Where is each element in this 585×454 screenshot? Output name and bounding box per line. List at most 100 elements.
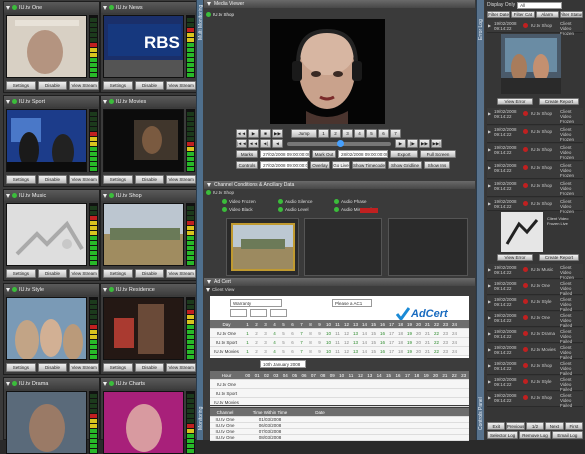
small-field-c[interactable]: [270, 309, 287, 317]
schedule-cell[interactable]: 11: [333, 349, 342, 354]
disable-button[interactable]: Disable: [37, 269, 68, 278]
schedule-cell[interactable]: 15: [369, 349, 378, 354]
schedule-cell[interactable]: 7: [297, 349, 306, 354]
settings-button[interactable]: Settings: [6, 81, 36, 90]
condition-check[interactable]: Audio Silence: [278, 199, 313, 204]
expand-icon[interactable]: ▶: [488, 267, 491, 272]
schedule-cell[interactable]: 17: [387, 349, 396, 354]
channel-tile[interactable]: IU.tv Sport Settings Disable View Stream: [3, 95, 100, 187]
start-time-field[interactable]: 27/02/2008 09:00:00:00: [260, 150, 310, 158]
log-item[interactable]: ▶ 19/02/2008 09:14:22 IU.tv Drama Client Vid…: [487, 328, 583, 344]
media-viewer-header[interactable]: Media Viewer: [204, 0, 475, 8]
ancillary-slot-2[interactable]: [304, 218, 382, 276]
spot-row[interactable]: IU.tv One 08/03/2008: [210, 435, 469, 441]
full-screen-button[interactable]: Full Screen: [420, 150, 456, 158]
schedule-cell[interactable]: 24: [450, 340, 459, 345]
schedule-cell[interactable]: 4: [270, 349, 279, 354]
disable-button[interactable]: Disable: [37, 175, 68, 184]
schedule-cell[interactable]: 10: [324, 331, 333, 336]
schedule-cell[interactable]: 8: [306, 349, 315, 354]
collapse-icon[interactable]: [207, 183, 211, 187]
schedule-cell[interactable]: 18: [396, 349, 405, 354]
schedule-cell[interactable]: 21: [423, 331, 432, 336]
channel-tile[interactable]: IU.tv Shop Settings Disable View Stream: [100, 189, 197, 281]
filter-tab[interactable]: Alarm: [535, 11, 559, 18]
collapse-icon[interactable]: [207, 2, 211, 6]
jump-5-button[interactable]: 5: [366, 129, 377, 138]
schedule-cell[interactable]: 5: [279, 340, 288, 345]
expand-icon[interactable]: ▶: [488, 315, 491, 320]
channel-tile[interactable]: IU.tv Residence Settings Disable View Strea…: [100, 283, 197, 375]
schedule-cell[interactable]: 12: [342, 331, 351, 336]
schedule-cell[interactable]: 11: [333, 331, 342, 336]
overlay-button[interactable]: Overlay: [310, 161, 330, 169]
step-button[interactable]: ◄|: [260, 139, 271, 148]
log-footer-button[interactable]: Previous: [506, 422, 525, 430]
view-stream-button[interactable]: View Stream: [69, 269, 100, 278]
log-footer-button[interactable]: Next: [545, 422, 564, 430]
log-footer-button[interactable]: First: [564, 422, 584, 430]
collapse-icon[interactable]: [6, 5, 10, 10]
schedule-cell[interactable]: 22: [432, 349, 441, 354]
create-report-button[interactable]: Create Report: [539, 254, 579, 261]
schedule-cell[interactable]: 23: [441, 349, 450, 354]
jump-button[interactable]: Jump: [291, 129, 317, 138]
tile-thumbnail[interactable]: RBS: [103, 15, 184, 78]
jump-6-button[interactable]: 6: [378, 129, 389, 138]
warranty-field[interactable]: Warranty: [230, 299, 282, 307]
jump-3-button[interactable]: 3: [342, 129, 353, 138]
schedule-cell[interactable]: 12: [342, 340, 351, 345]
disable-button[interactable]: Disable: [134, 363, 165, 372]
log-item[interactable]: ▶ 19/02/2008 09:14:22 IU.tv One Client Video…: [487, 312, 583, 328]
schedule-cell[interactable]: 5: [279, 331, 288, 336]
schedule-cell[interactable]: 1: [243, 331, 252, 336]
stop-button[interactable]: ■: [260, 129, 271, 138]
collapse-icon[interactable]: [6, 99, 10, 104]
filter-tab[interactable]: Filter Date: [487, 11, 511, 18]
schedule-cell[interactable]: 6: [288, 331, 297, 336]
tile-thumbnail[interactable]: [6, 297, 87, 360]
tile-thumbnail[interactable]: [103, 297, 184, 360]
schedule-cell[interactable]: 8: [306, 340, 315, 345]
tile-thumbnail[interactable]: [6, 203, 87, 266]
schedule-cell[interactable]: 9: [315, 331, 324, 336]
schedule-cell[interactable]: 3: [261, 331, 270, 336]
log-item[interactable]: ▶ 19/02/2008 09:14:22 IU.tv Movies Client Vi…: [487, 344, 583, 360]
schedule-cell[interactable]: 14: [360, 340, 369, 345]
schedule-cell[interactable]: 23: [441, 331, 450, 336]
log-item[interactable]: ▶ 19/02/2008 09:14:22 IU.tv Shop Client Vide…: [487, 180, 583, 197]
channel-tile[interactable]: IU.tv One Settings Disable View Stream: [3, 1, 100, 93]
slider-thumb[interactable]: [336, 139, 344, 147]
log-item[interactable]: ▶ 19/02/2008 09:14:22 IU.tv Shop Client Vide…: [487, 108, 583, 125]
schedule-cell[interactable]: 2: [252, 331, 261, 336]
controls-strip[interactable]: Error Log Controls Panel: [476, 0, 484, 440]
view-stream-button[interactable]: View Stream: [69, 363, 100, 372]
settings-button[interactable]: Settings: [103, 175, 133, 184]
step-button[interactable]: ▶: [395, 139, 406, 148]
tile-thumbnail[interactable]: [6, 15, 87, 78]
schedule-cell[interactable]: 23: [441, 340, 450, 345]
multi-monitoring-strip[interactable]: Multi Monitoring Monitoring: [196, 0, 204, 440]
log-item[interactable]: ▶ 19/02/2008 09:14:22 IU.tv Shop Client Vide…: [487, 20, 583, 36]
step-button[interactable]: ▶▶: [419, 139, 430, 148]
log-action-button[interactable]: Email Log: [551, 431, 583, 439]
schedule-cell[interactable]: 21: [423, 349, 432, 354]
filter-tab[interactable]: Filter Cat: [511, 11, 535, 18]
mark-out-button[interactable]: Mark Out: [312, 150, 336, 158]
expand-icon[interactable]: ▶: [488, 395, 491, 400]
disable-button[interactable]: Disable: [134, 81, 165, 90]
schedule-cell[interactable]: 19: [405, 340, 414, 345]
tile-thumbnail[interactable]: [6, 109, 87, 172]
collapse-icon[interactable]: [103, 193, 107, 198]
schedule-cell[interactable]: 13: [351, 340, 360, 345]
schedule-cell[interactable]: 7: [297, 331, 306, 336]
filter-tab[interactable]: Filter Status: [559, 11, 583, 18]
ffwd-button[interactable]: ▶▶: [272, 129, 283, 138]
view-error-button[interactable]: View Error: [497, 98, 533, 105]
settings-button[interactable]: Settings: [103, 269, 133, 278]
tile-thumbnail[interactable]: [103, 203, 184, 266]
schedule-cell[interactable]: 2: [252, 340, 261, 345]
schedule-cell[interactable]: 9: [315, 340, 324, 345]
schedule-cell[interactable]: 13: [351, 331, 360, 336]
schedule-cell[interactable]: 10: [324, 340, 333, 345]
